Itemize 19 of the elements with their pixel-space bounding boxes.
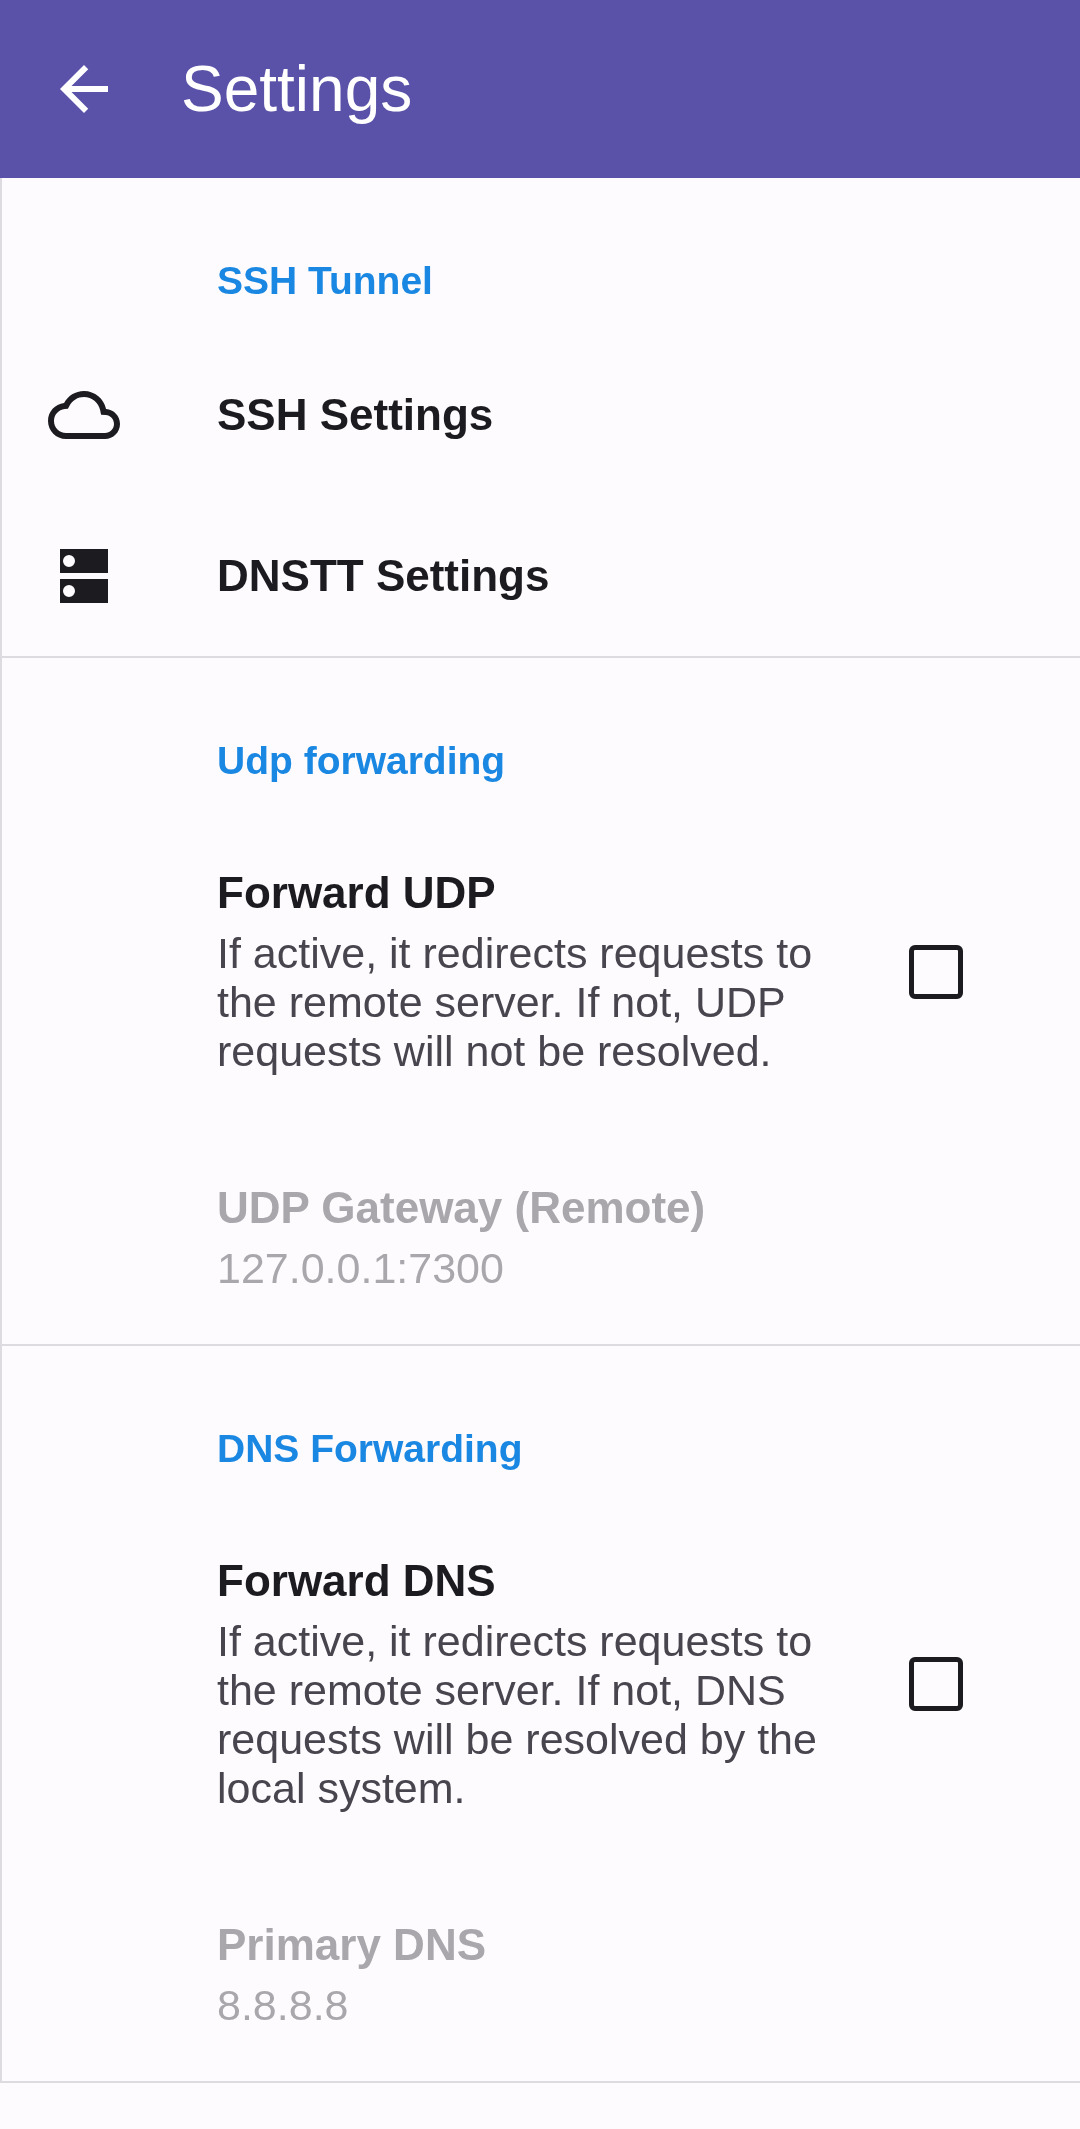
preference-title: Primary DNS bbox=[217, 1919, 487, 1971]
cloud-icon bbox=[48, 390, 120, 439]
preference-title: Forward DNS bbox=[217, 1555, 497, 1607]
settings-item[interactable]: SSH Settings bbox=[2, 334, 1080, 495]
category-title: Udp forwarding bbox=[217, 738, 506, 784]
checkbox[interactable] bbox=[909, 944, 963, 999]
preference-value: 8.8.8.8 bbox=[217, 1980, 350, 2030]
preference-summary: If active, it redirects requests to the remote server. If not, UDP requests will not be resolved. bbox=[217, 929, 814, 1076]
category-title: DNS Forwarding bbox=[217, 1426, 523, 1472]
server-icon bbox=[57, 548, 111, 603]
back-arrow-icon bbox=[60, 65, 108, 113]
preference-value: 127.0.0.1:7300 bbox=[217, 1243, 505, 1293]
preference-summary: If active, it redirects requests to the remote server. If not, DNS requests will be resolved by the local system. bbox=[217, 1617, 818, 1813]
settings-item[interactable]: DNSTT Settings bbox=[2, 495, 1080, 656]
checkbox[interactable] bbox=[909, 1657, 963, 1711]
preference-title: UDP Gateway (Remote) bbox=[217, 1182, 707, 1234]
preference-title: Forward UDP bbox=[217, 867, 497, 919]
category-title: SSH Tunnel bbox=[217, 258, 433, 304]
screen-title: Settings bbox=[181, 52, 413, 127]
